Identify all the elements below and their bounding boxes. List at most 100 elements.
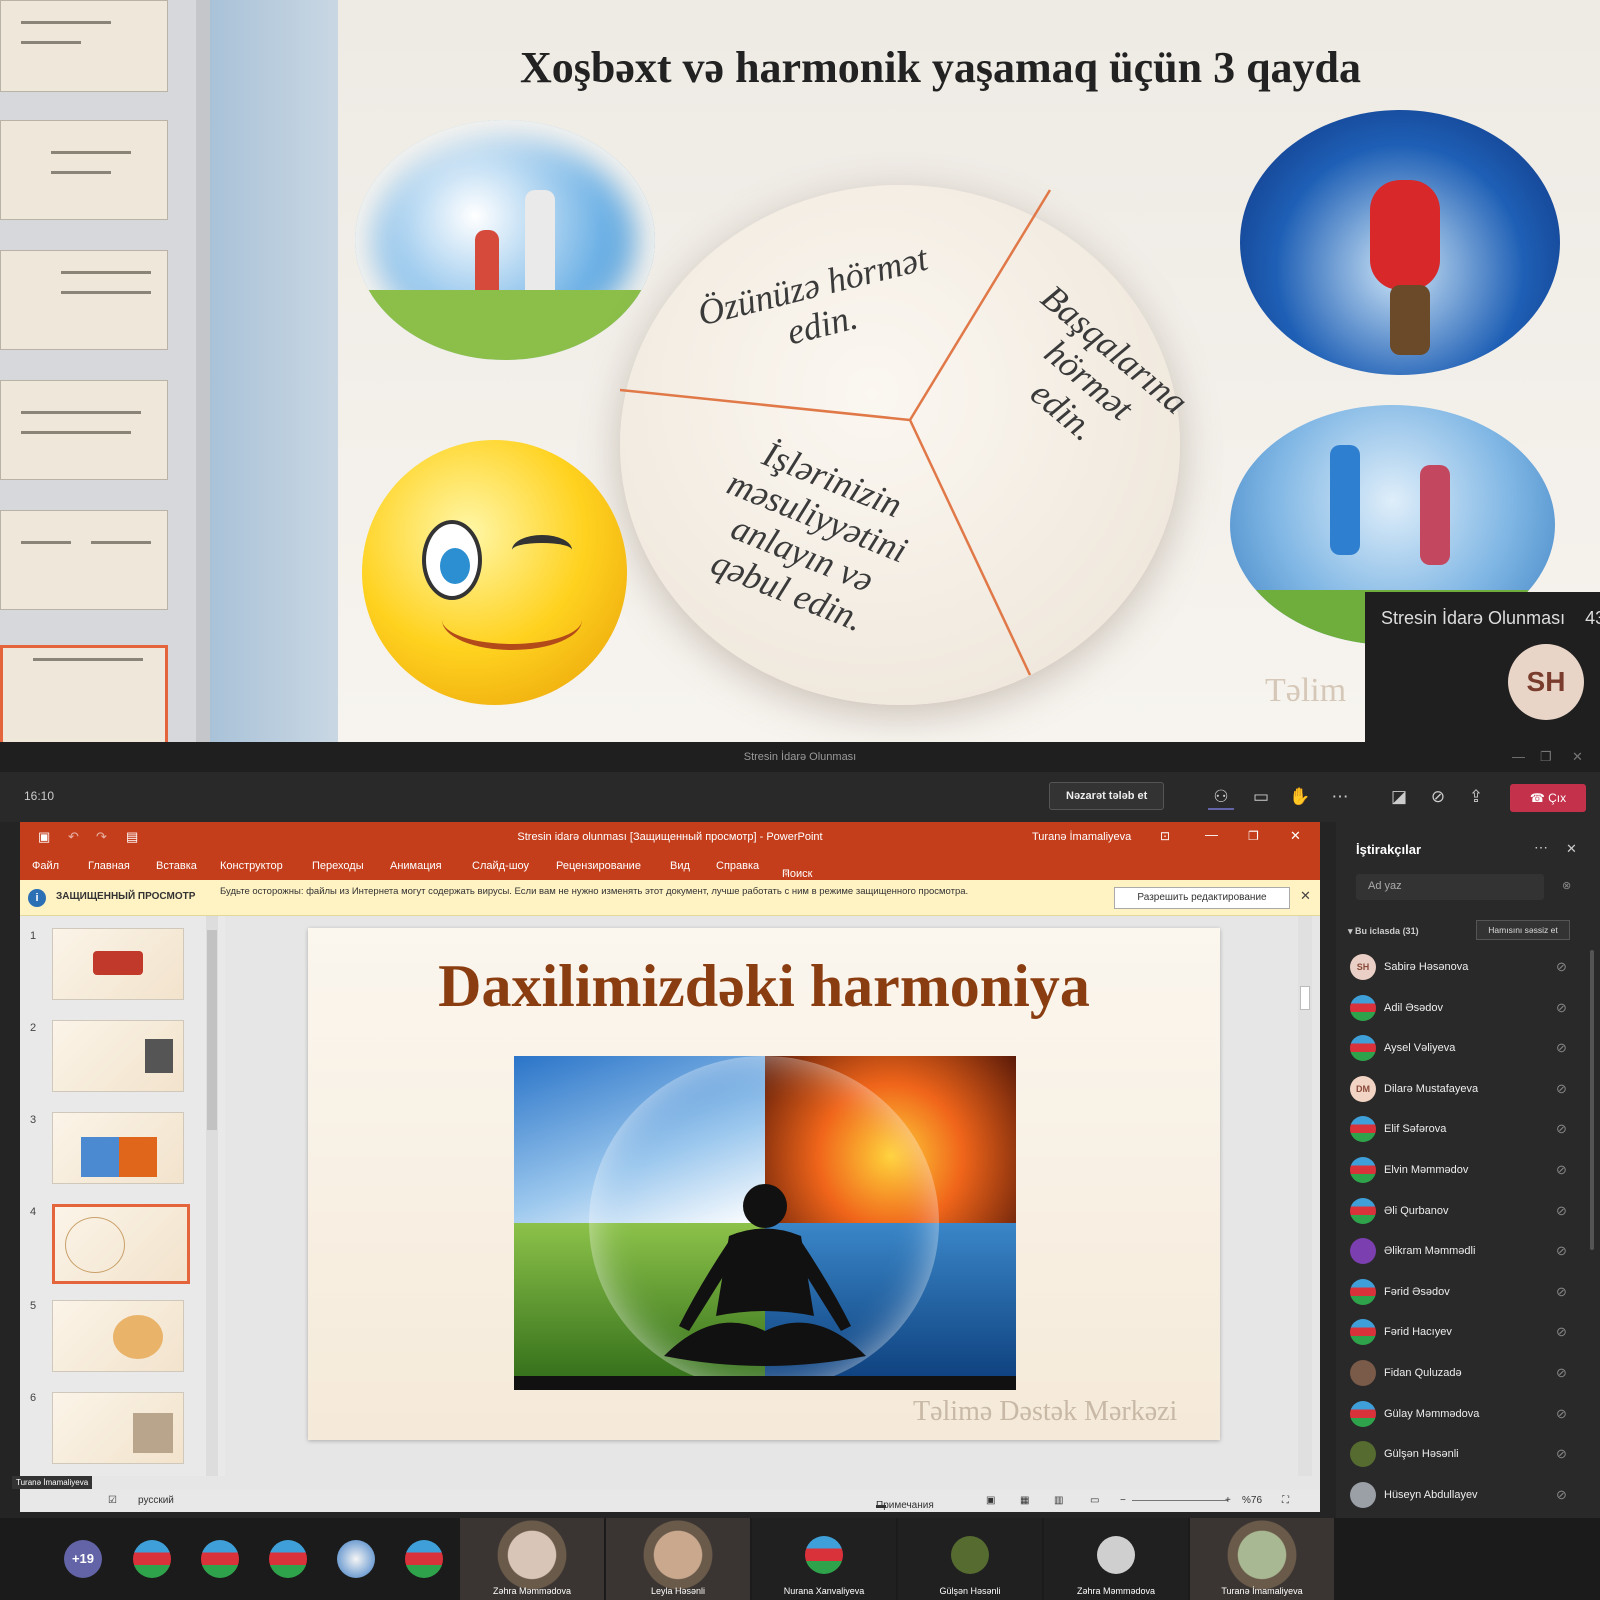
video-tile[interactable]: Nurana Xanvaliyeva <box>752 1518 896 1600</box>
mic-off-icon[interactable]: ⊘ <box>1556 1000 1567 1016</box>
video-tile[interactable]: Zəhra Məmmədova <box>1044 1518 1188 1600</box>
tab-slideshow[interactable]: Слайд-шоу <box>472 860 529 872</box>
avatar <box>1350 1360 1376 1386</box>
mic-off-icon[interactable]: ⊘ <box>1556 1203 1567 1219</box>
participant-row[interactable]: Elif Səfərova ⊘ <box>1350 1110 1580 1150</box>
reading-view-icon[interactable]: ▥ <box>1054 1495 1063 1506</box>
spellcheck-icon[interactable]: ☑ <box>108 1495 117 1506</box>
mic-off-icon[interactable]: ⊘ <box>1556 1324 1567 1340</box>
more-icon[interactable]: ⋯ <box>1534 839 1548 856</box>
ribbon-display-icon[interactable]: ⊡ <box>1160 829 1170 843</box>
tab-file[interactable]: Файл <box>32 860 59 872</box>
zoom-in-icon[interactable]: + <box>1225 1495 1231 1506</box>
mic-off-icon[interactable]: ⊘ <box>1556 1040 1567 1056</box>
slide-thumb-2[interactable] <box>52 1020 184 1092</box>
enable-editing-button[interactable]: Разрешить редактирование <box>1114 887 1290 909</box>
share-icon[interactable]: ⇪ <box>1463 784 1489 810</box>
video-tile[interactable]: Zəhra Məmmədova <box>460 1518 604 1600</box>
leave-button[interactable]: ☎ Çıx <box>1510 784 1586 812</box>
slide-thumb-1[interactable] <box>52 928 184 1000</box>
participant-row[interactable]: Əlikram Məmmədli ⊘ <box>1350 1232 1580 1272</box>
zoom-out-icon[interactable]: − <box>1120 1495 1126 1506</box>
video-tile[interactable]: Gülşən Həsənli <box>898 1518 1042 1600</box>
slide-canvas[interactable]: Daxilimizdəki harmoniya Təlimə Dəstək Mə… <box>308 928 1220 1440</box>
video-tile-name: Zəhra Məmmədova <box>1076 1586 1156 1596</box>
video-tile[interactable]: Leyla Həsənli <box>606 1518 750 1600</box>
slide-thumb-4[interactable] <box>52 1204 190 1284</box>
participant-row[interactable]: Aysel Vəliyeva ⊘ <box>1350 1029 1580 1069</box>
tab-home[interactable]: Главная <box>88 860 130 872</box>
participant-row[interactable]: Adil Əsədov ⊘ <box>1350 989 1580 1029</box>
participant-row[interactable]: Əli Qurbanov ⊘ <box>1350 1192 1580 1232</box>
presenter-video-tile[interactable]: Stresin İdarə Olunması 43 SH <box>1365 592 1600 742</box>
request-control-button[interactable]: Nəzarət tələb et <box>1049 782 1165 810</box>
ppt-close-icon[interactable]: ✕ <box>1290 828 1301 844</box>
thumbnail-scrollbar[interactable] <box>206 916 218 1476</box>
slide-number: 2 <box>30 1022 37 1034</box>
camera-off-icon[interactable]: ◪ <box>1386 784 1412 810</box>
video-tile[interactable]: Turanə İmamaliyeva <box>1190 1518 1334 1600</box>
mic-off-icon[interactable]: ⊘ <box>1556 1121 1567 1137</box>
people-icon[interactable]: ⚇ <box>1208 784 1234 810</box>
tab-review[interactable]: Рецензирование <box>556 860 641 872</box>
slide-scrollbar[interactable] <box>1298 916 1312 1476</box>
fit-slide-icon[interactable]: ⛶ <box>1282 1495 1289 1506</box>
tab-design[interactable]: Конструктор <box>220 860 283 872</box>
ppt-restore-icon[interactable]: ❐ <box>1248 829 1259 843</box>
more-icon[interactable]: ⋯ <box>1327 784 1353 810</box>
mic-off-icon[interactable]: ⊘ <box>1556 1162 1567 1178</box>
mic-off-icon[interactable]: ⊘ <box>1556 1365 1567 1381</box>
raise-hand-icon[interactable]: ✋ <box>1287 784 1313 810</box>
avatar <box>805 1536 843 1574</box>
participant-row[interactable]: Gülay Məmmədova ⊘ <box>1350 1395 1580 1435</box>
mic-off-icon[interactable]: ⊘ <box>1556 1406 1567 1422</box>
maximize-icon[interactable]: ❐ <box>1540 742 1552 772</box>
tab-animations[interactable]: Анимация <box>390 860 442 872</box>
slide-thumb-5[interactable] <box>52 1300 184 1372</box>
slide-thumb-6[interactable] <box>52 1392 184 1464</box>
zoom-slider[interactable] <box>1132 1500 1228 1501</box>
participant-row[interactable]: Fərid Hacıyev ⊘ <box>1350 1313 1580 1353</box>
dismiss-icon[interactable]: ✕ <box>1300 888 1311 904</box>
mic-off-icon[interactable]: ⊘ <box>1556 959 1567 975</box>
participants-scrollbar[interactable] <box>1590 950 1594 1250</box>
share-invite-icon[interactable]: ⊗ <box>1562 879 1571 892</box>
language-indicator[interactable]: русский <box>138 1495 174 1506</box>
shield-icon: i <box>28 889 46 907</box>
mic-off-icon[interactable]: ⊘ <box>1556 1487 1567 1503</box>
participant-row[interactable]: SH Sabirə Həsənova ⊘ <box>1350 948 1580 988</box>
tab-view[interactable]: Вид <box>670 860 690 872</box>
mute-all-button[interactable]: Hamısını səssiz et <box>1476 920 1570 940</box>
participant-search-input[interactable]: Ad yaz <box>1356 874 1544 900</box>
participant-row[interactable]: Hüseyn Abdullayev ⊘ <box>1350 1476 1580 1516</box>
participant-row[interactable]: Gülşən Həsənli ⊘ <box>1350 1435 1580 1475</box>
mic-off-icon[interactable]: ⊘ <box>1556 1243 1567 1259</box>
zoom-level[interactable]: %76 <box>1242 1495 1262 1506</box>
close-panel-icon[interactable]: ✕ <box>1566 841 1577 857</box>
participant-row[interactable]: Fidan Quluzadə ⊘ <box>1350 1354 1580 1394</box>
slideshow-view-icon[interactable]: ▭ <box>1090 1495 1099 1506</box>
mic-off-icon[interactable]: ⊘ <box>1556 1081 1567 1097</box>
avatar <box>1350 1116 1376 1143</box>
tab-insert[interactable]: Вставка <box>156 860 197 872</box>
minimize-icon[interactable]: — <box>1512 742 1525 772</box>
participant-row[interactable]: Fərid Əsədov ⊘ <box>1350 1273 1580 1313</box>
tab-help[interactable]: Справка <box>716 860 759 872</box>
mic-off-icon[interactable]: ⊘ <box>1425 784 1451 810</box>
chat-icon[interactable]: ▭ <box>1248 784 1274 810</box>
normal-view-icon[interactable]: ▣ <box>986 1495 995 1506</box>
tab-transitions[interactable]: Переходы <box>312 860 364 872</box>
section-header[interactable]: ▾ Bu iclasda (31) <box>1348 926 1419 937</box>
slide-thumb-3[interactable] <box>52 1112 184 1184</box>
close-icon[interactable]: ✕ <box>1572 742 1583 772</box>
ppt-user-name[interactable]: Turanə İmamaliyeva <box>1032 831 1131 843</box>
slide-sorter-icon[interactable]: ▦ <box>1020 1495 1029 1506</box>
shared-thumb <box>0 120 168 220</box>
participant-row[interactable]: DM Dilarə Mustafayeva ⊘ <box>1350 1070 1580 1110</box>
participant-row[interactable]: Elvin Məmmədov ⊘ <box>1350 1151 1580 1191</box>
mic-off-icon[interactable]: ⊘ <box>1556 1446 1567 1462</box>
shared-slide-title: Xoşbəxt və harmonik yaşamaq üçün 3 qayda <box>520 43 1362 92</box>
overflow-participants-badge[interactable]: +19 <box>64 1540 102 1578</box>
ppt-minimize-icon[interactable]: — <box>1205 827 1218 842</box>
mic-off-icon[interactable]: ⊘ <box>1556 1284 1567 1300</box>
